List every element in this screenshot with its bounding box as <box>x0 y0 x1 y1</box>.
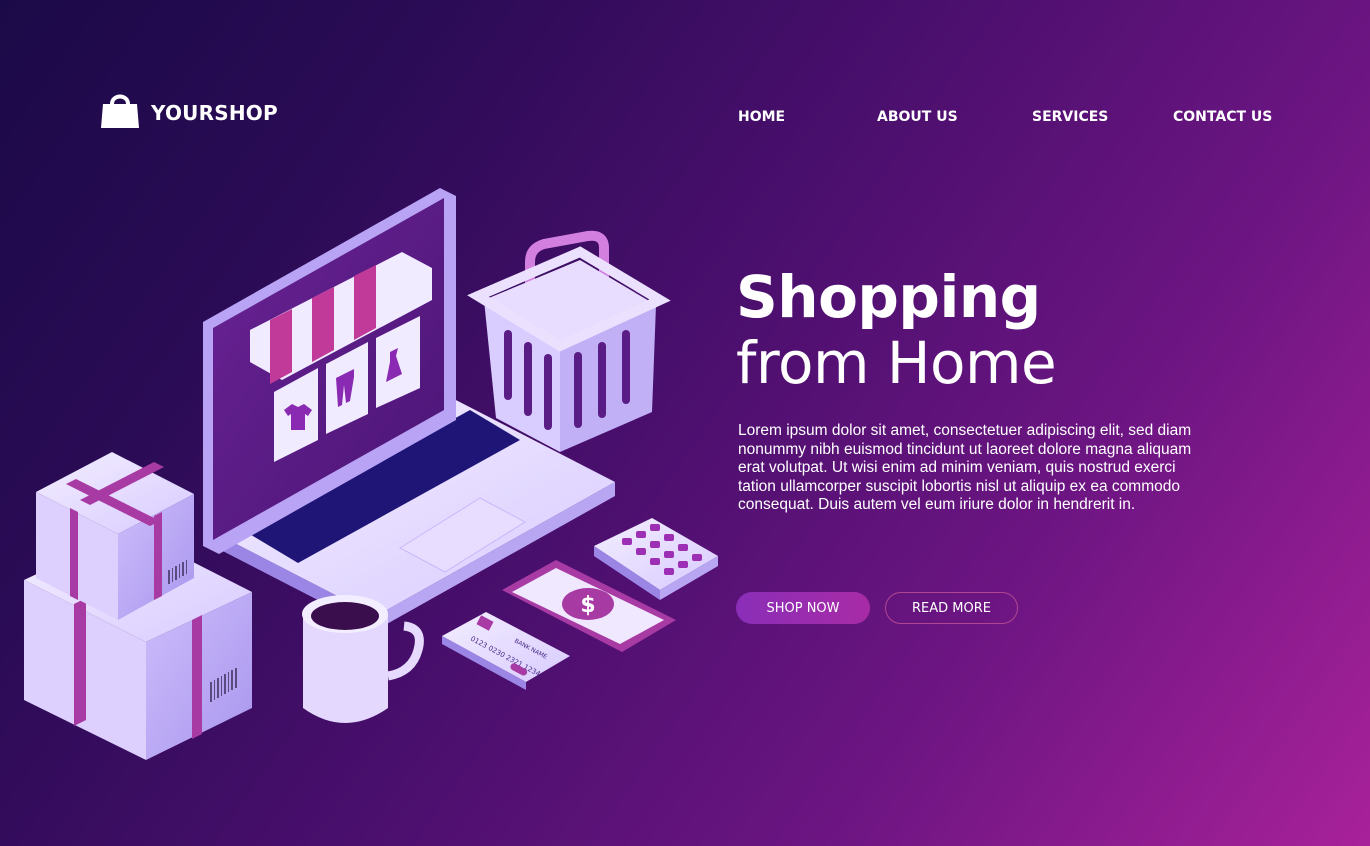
shop-now-button[interactable]: SHOP NOW <box>736 592 870 624</box>
hero-title-line1: Shopping <box>736 263 1041 331</box>
shopping-basket-icon <box>467 230 671 452</box>
nav-contact-us[interactable]: CONTACT US <box>1173 109 1272 125</box>
hero-title: Shopping from Home <box>736 263 1057 397</box>
nav-about-us[interactable]: ABOUT US <box>877 109 958 125</box>
read-more-button[interactable]: READ MORE <box>885 592 1018 624</box>
calculator-icon <box>594 518 718 600</box>
shopping-illustration: $ 0123 0230 2321 1234 BANK NAME <box>24 188 718 760</box>
nav-home[interactable]: HOME <box>738 109 785 125</box>
main-nav: HOME ABOUT US SERVICES CONTACT US <box>0 109 1370 129</box>
hero-description: Lorem ipsum dolor sit amet, consectetuer… <box>738 422 1192 514</box>
hero-title-line2: from Home <box>736 329 1057 397</box>
credit-card-icon: 0123 0230 2321 1234 BANK NAME <box>442 612 570 690</box>
nav-services[interactable]: SERVICES <box>1032 109 1108 125</box>
currency-symbol: $ <box>580 593 595 618</box>
